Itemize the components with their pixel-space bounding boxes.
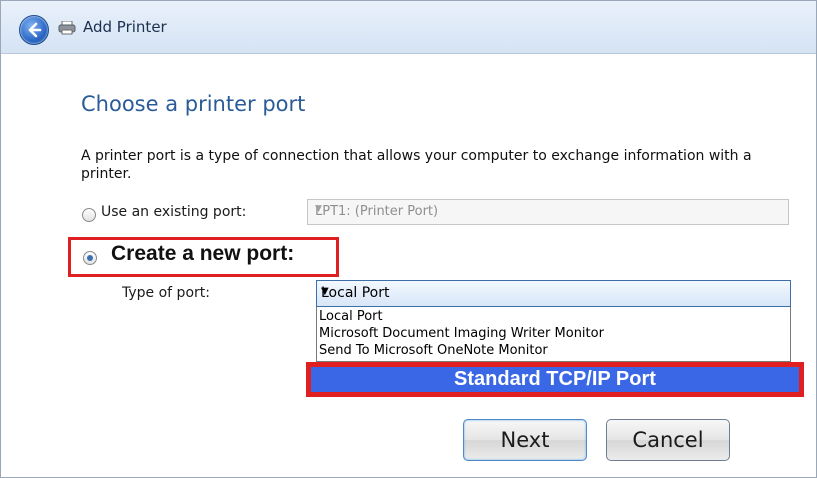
existing-port-select[interactable]: LPT1: (Printer Port) ▼ [307, 199, 789, 225]
dropdown-item[interactable]: Local Port [319, 309, 383, 324]
existing-port-radio[interactable] [82, 208, 96, 222]
back-arrow-icon [28, 22, 42, 38]
page-heading: Choose a printer port [81, 92, 306, 116]
cancel-button[interactable]: Cancel [606, 419, 730, 461]
chevron-down-icon: ▼ [315, 204, 322, 214]
dropdown-item[interactable]: Send To Microsoft OneNote Monitor [319, 343, 548, 358]
port-type-select[interactable]: Local Port ▼ [316, 280, 791, 307]
selected-item-label: Standard TCP/IP Port [454, 368, 656, 390]
window-title: Add Printer [83, 18, 167, 36]
title-bar: Add Printer [1, 1, 816, 54]
selected-item-highlight: Standard TCP/IP Port [311, 367, 799, 392]
add-printer-window: Add Printer Choose a printer port A prin… [0, 0, 817, 478]
dropdown-item-standard-tcpip[interactable]: Standard TCP/IP Port [306, 362, 804, 397]
next-button[interactable]: Next [463, 419, 587, 461]
new-port-radio[interactable] [83, 251, 97, 265]
printer-icon [58, 21, 76, 35]
existing-port-label[interactable]: Use an existing port: [101, 204, 246, 220]
chevron-down-icon: ▼ [321, 286, 329, 297]
port-type-dropdown-list: Local Port Microsoft Document Imaging Wr… [316, 307, 791, 362]
back-button[interactable] [19, 15, 49, 45]
dropdown-item[interactable]: Microsoft Document Imaging Writer Monito… [319, 326, 604, 341]
new-port-label[interactable]: Create a new port: [111, 242, 294, 266]
page-description: A printer port is a type of connection t… [81, 148, 752, 182]
port-type-label: Type of port: [122, 285, 210, 301]
